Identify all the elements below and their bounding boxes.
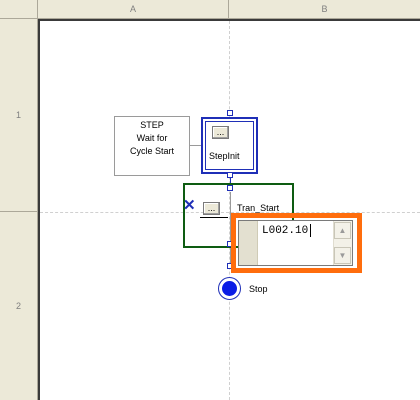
- stop-icon: [222, 281, 237, 296]
- column-header-a[interactable]: A: [38, 0, 229, 19]
- stop-label: Stop: [249, 284, 268, 294]
- comment-line: Cycle Start: [129, 146, 174, 156]
- row-header-2[interactable]: 2: [0, 212, 38, 400]
- comment-line: Wait for: [136, 133, 168, 143]
- step-browse-button[interactable]: ...: [212, 126, 229, 139]
- step-comment[interactable]: STEP Wait for Cycle Start: [114, 116, 190, 176]
- editor-highlight-frame: [231, 213, 362, 273]
- close-icon[interactable]: ✕: [183, 198, 197, 213]
- transition-name: Tran_Start: [237, 203, 280, 213]
- comment-line: STEP: [140, 120, 164, 130]
- canvas-border-left: [38, 19, 40, 400]
- grid-corner: [0, 0, 38, 19]
- step-name: StepInit: [209, 151, 240, 161]
- row-header-1[interactable]: 1: [0, 19, 38, 212]
- transition-bar: [200, 217, 228, 218]
- step-input-pin[interactable]: [227, 110, 233, 116]
- transition-browse-button[interactable]: ...: [203, 202, 220, 215]
- column-header-b[interactable]: B: [229, 0, 420, 19]
